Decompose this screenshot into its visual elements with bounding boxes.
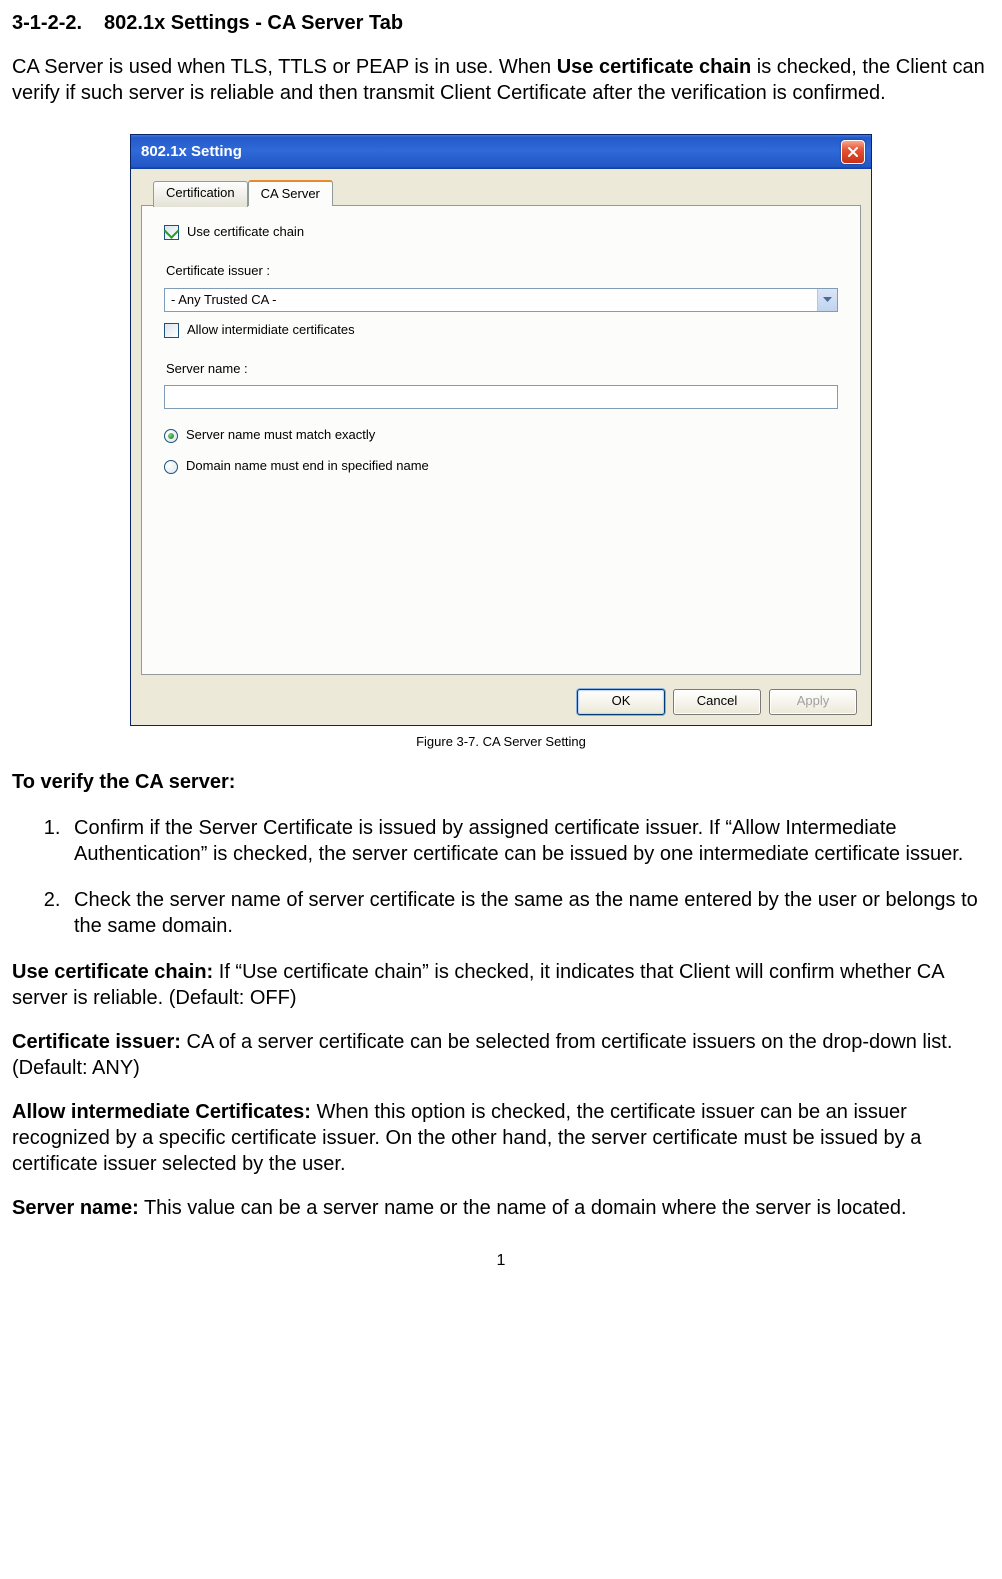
cancel-button[interactable]: Cancel bbox=[673, 689, 761, 715]
radio-exact[interactable] bbox=[164, 429, 178, 443]
cert-issuer-value: - Any Trusted CA - bbox=[165, 289, 817, 311]
dialog-window: 802.1x Setting Certification CA Server U… bbox=[130, 134, 872, 726]
tab-certification-label: Certification bbox=[166, 185, 235, 200]
apply-button-label: Apply bbox=[797, 693, 830, 710]
page-number: 1 bbox=[12, 1251, 990, 1272]
chevron-down-icon bbox=[823, 297, 832, 303]
def-cert-issuer: Certificate issuer: CA of a server certi… bbox=[12, 1029, 990, 1081]
def-server-name-label: Server name: bbox=[12, 1197, 139, 1219]
steps-list: Confirm if the Server Certificate is iss… bbox=[66, 815, 990, 939]
step-1: Confirm if the Server Certificate is iss… bbox=[66, 815, 990, 867]
radio-domain-row: Domain name must end in specified name bbox=[164, 458, 838, 475]
figure-caption: Figure 3-7. CA Server Setting bbox=[12, 734, 990, 751]
close-button[interactable] bbox=[841, 140, 865, 164]
server-name-label: Server name : bbox=[166, 361, 838, 378]
button-row: OK Cancel Apply bbox=[577, 689, 857, 715]
def-allow-inter: Allow intermediate Certificates: When th… bbox=[12, 1099, 990, 1177]
ok-button[interactable]: OK bbox=[577, 689, 665, 715]
def-use-chain: Use certificate chain: If “Use certifica… bbox=[12, 959, 990, 1011]
tab-certification[interactable]: Certification bbox=[153, 181, 248, 207]
dialog-client-area: Certification CA Server Use certificate … bbox=[131, 169, 871, 725]
def-server-name: Server name: This value can be a server … bbox=[12, 1195, 990, 1221]
tab-ca-server[interactable]: CA Server bbox=[248, 180, 333, 206]
allow-intermediate-checkbox[interactable] bbox=[164, 323, 179, 338]
close-icon bbox=[847, 146, 859, 158]
cancel-button-label: Cancel bbox=[697, 693, 737, 710]
dropdown-button[interactable] bbox=[817, 289, 837, 311]
intro-pre: CA Server is used when TLS, TTLS or PEAP… bbox=[12, 56, 557, 78]
radio-domain[interactable] bbox=[164, 460, 178, 474]
use-cert-chain-label: Use certificate chain bbox=[187, 224, 304, 241]
radio-domain-label: Domain name must end in specified name bbox=[186, 458, 429, 475]
intro-paragraph: CA Server is used when TLS, TTLS or PEAP… bbox=[12, 54, 990, 106]
titlebar: 802.1x Setting bbox=[131, 135, 871, 169]
window-title: 802.1x Setting bbox=[141, 142, 242, 162]
intro-bold: Use certificate chain bbox=[557, 56, 752, 78]
dialog-figure: 802.1x Setting Certification CA Server U… bbox=[130, 134, 872, 726]
radio-exact-label: Server name must match exactly bbox=[186, 427, 375, 444]
cert-issuer-label: Certificate issuer : bbox=[166, 263, 838, 280]
use-cert-chain-row: Use certificate chain bbox=[164, 224, 838, 241]
use-cert-chain-checkbox[interactable] bbox=[164, 225, 179, 240]
def-server-name-text: This value can be a server name or the n… bbox=[139, 1197, 907, 1219]
tab-ca-server-label: CA Server bbox=[261, 186, 320, 201]
def-use-chain-label: Use certificate chain: bbox=[12, 961, 213, 983]
def-allow-inter-label: Allow intermediate Certificates: bbox=[12, 1101, 311, 1123]
radio-exact-row: Server name must match exactly bbox=[164, 427, 838, 444]
tab-panel: Use certificate chain Certificate issuer… bbox=[141, 205, 861, 675]
tabs-row: Certification CA Server bbox=[141, 179, 861, 205]
allow-intermediate-row: Allow intermidiate certificates bbox=[164, 322, 838, 339]
allow-intermediate-label: Allow intermidiate certificates bbox=[187, 322, 355, 339]
apply-button[interactable]: Apply bbox=[769, 689, 857, 715]
def-cert-issuer-label: Certificate issuer: bbox=[12, 1031, 181, 1053]
section-title: 802.1x Settings - CA Server Tab bbox=[104, 12, 403, 34]
section-heading: 3-1-2-2. 802.1x Settings - CA Server Tab bbox=[12, 10, 990, 36]
server-name-input[interactable] bbox=[164, 385, 838, 409]
ok-button-label: OK bbox=[612, 693, 631, 710]
verify-heading: To verify the CA server: bbox=[12, 769, 990, 795]
section-number: 3-1-2-2. bbox=[12, 12, 82, 34]
step-2: Check the server name of server certific… bbox=[66, 887, 990, 939]
cert-issuer-dropdown[interactable]: - Any Trusted CA - bbox=[164, 288, 838, 312]
